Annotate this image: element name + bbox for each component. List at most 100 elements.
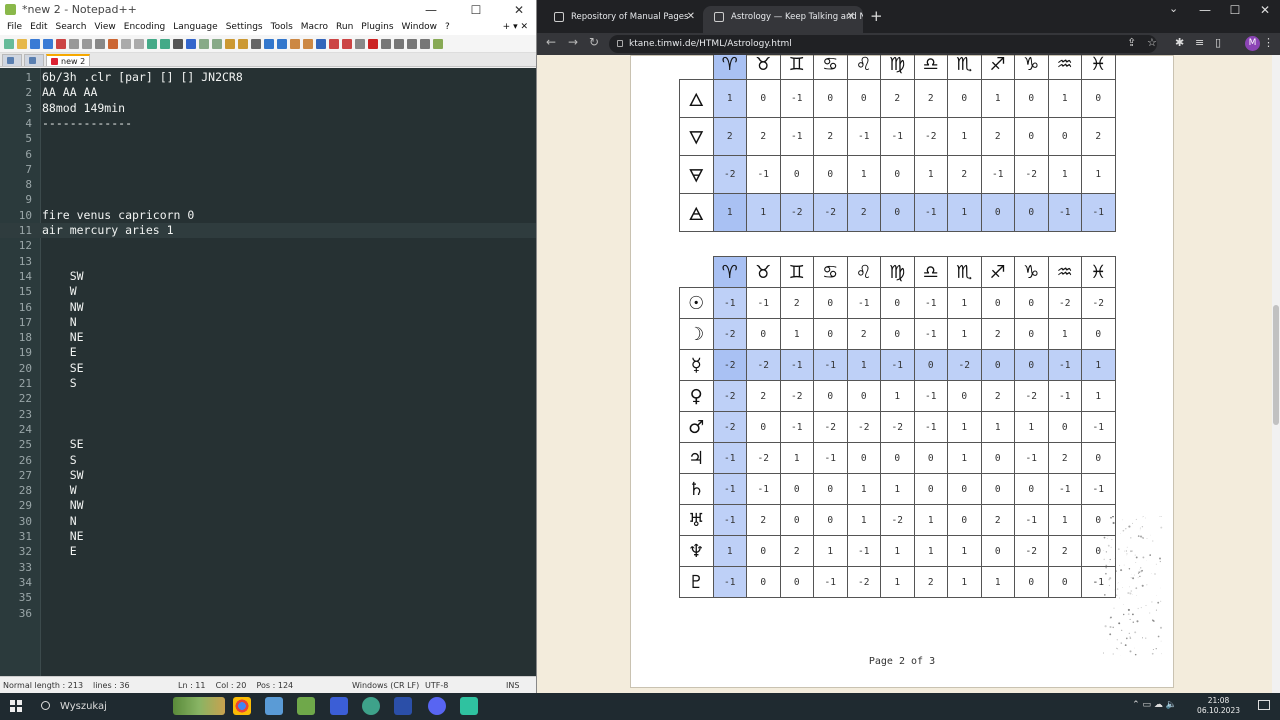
editor-line[interactable]: 3 88mod 149min xyxy=(0,101,536,116)
windows-start-icon[interactable] xyxy=(10,700,22,712)
npp-menu-file[interactable]: File xyxy=(4,20,27,35)
toolbar-tool-icon[interactable] xyxy=(251,38,261,49)
system-tray-icons[interactable]: ⌃ ▭ ☁ 🔈 xyxy=(1132,700,1177,710)
text-editor[interactable]: 1 6b/3h .clr [par] [] [] JN2CR8 2 AA AA AA 3… xyxy=(0,68,536,676)
toolbar-tool-icon[interactable] xyxy=(433,38,443,49)
toolbar-tool-icon[interactable] xyxy=(342,38,352,49)
toolbar-tool-icon[interactable] xyxy=(355,38,365,49)
toolbar-tool-icon[interactable] xyxy=(290,38,300,49)
notification-icon[interactable] xyxy=(1258,700,1270,710)
close-tab-icon[interactable]: ✕ xyxy=(687,6,695,28)
toolbar-tool-icon[interactable] xyxy=(43,38,53,49)
editor-line[interactable]: 11 air mercury aries 1 xyxy=(0,223,536,239)
editor-line[interactable]: 22 xyxy=(0,391,536,406)
npp-menu-tools[interactable]: Tools xyxy=(268,20,298,35)
editor-line[interactable]: 13 xyxy=(0,254,536,269)
tab-repository[interactable]: Repository of Manual Pages ✕ xyxy=(543,6,703,33)
editor-line[interactable]: 7 xyxy=(0,162,536,177)
editor-line[interactable]: 33 xyxy=(0,560,536,575)
npp-menu-macro[interactable]: Macro xyxy=(298,20,333,35)
toolbar-tool-icon[interactable] xyxy=(56,38,66,49)
npp-menu-right-controls[interactable]: + ▾ ✕ xyxy=(500,20,536,35)
editor-line[interactable]: 28 W xyxy=(0,483,536,498)
toolbar-tool-icon[interactable] xyxy=(381,38,391,49)
minimize-icon[interactable]: — xyxy=(416,0,446,20)
editor-line[interactable]: 23 xyxy=(0,407,536,422)
editor-line[interactable]: 29 NW xyxy=(0,498,536,513)
calculator-icon[interactable] xyxy=(330,697,348,715)
close-icon[interactable]: ✕ xyxy=(504,0,534,20)
editor-line[interactable]: 25 SE xyxy=(0,437,536,452)
editor-line[interactable]: 34 xyxy=(0,575,536,590)
game-app-icon[interactable] xyxy=(460,697,478,715)
npp-menu-view[interactable]: View xyxy=(91,20,120,35)
editor-line[interactable]: 30 N xyxy=(0,514,536,529)
notes-app-icon[interactable] xyxy=(265,697,283,715)
editor-line[interactable]: 16 NW xyxy=(0,300,536,315)
editor-line[interactable]: 27 SW xyxy=(0,468,536,483)
discord-icon[interactable] xyxy=(428,697,446,715)
toolbar-tool-icon[interactable] xyxy=(277,38,287,49)
toolbar-tool-icon[interactable] xyxy=(212,38,222,49)
editor-line[interactable]: 18 NE xyxy=(0,330,536,345)
toolbar-tool-icon[interactable] xyxy=(264,38,274,49)
npp-menu-edit[interactable]: Edit xyxy=(27,20,52,35)
toolbar-tool-icon[interactable] xyxy=(186,38,196,49)
maximize-icon[interactable]: ☐ xyxy=(461,0,491,20)
npp-tab-new2[interactable]: new 2 xyxy=(46,54,91,66)
editor-line[interactable]: 12 xyxy=(0,238,536,253)
npp-menu-search[interactable]: Search xyxy=(53,20,92,35)
address-bar[interactable]: ktane.timwi.de/HTML/Astrology.html xyxy=(609,35,1157,53)
tab-search-chevron-icon[interactable]: ⌄ xyxy=(1169,2,1178,15)
forward-icon[interactable]: → xyxy=(568,35,578,49)
new-tab-icon[interactable]: + xyxy=(870,7,883,25)
editor-line[interactable]: 6 xyxy=(0,147,536,162)
close-icon[interactable]: ✕ xyxy=(1250,0,1280,20)
toolbar-tool-icon[interactable] xyxy=(199,38,209,49)
extensions-icon[interactable]: ✱ xyxy=(1175,36,1184,49)
toolbar-tool-icon[interactable] xyxy=(238,38,248,49)
close-tab-icon[interactable]: ✕ xyxy=(847,6,855,28)
npp-menu-plugins[interactable]: Plugins xyxy=(358,20,398,35)
toolbar-tool-icon[interactable] xyxy=(134,38,144,49)
editor-line[interactable]: 32 E xyxy=(0,544,536,559)
editor-line[interactable]: 20 SE xyxy=(0,361,536,376)
minimize-icon[interactable]: — xyxy=(1190,0,1220,20)
toolbar-tool-icon[interactable] xyxy=(329,38,339,49)
toolbar-tool-icon[interactable] xyxy=(225,38,235,49)
editor-line[interactable]: 15 W xyxy=(0,284,536,299)
editor-line[interactable]: 36 xyxy=(0,606,536,621)
toolbar-tool-icon[interactable] xyxy=(407,38,417,49)
editor-line[interactable]: 14 SW xyxy=(0,269,536,284)
editor-line[interactable]: 5 xyxy=(0,131,536,146)
toolbar-tool-icon[interactable] xyxy=(173,38,183,49)
toolbar-tool-icon[interactable] xyxy=(147,38,157,49)
npp-menu-run[interactable]: Run xyxy=(333,20,358,35)
toolbar-tool-icon[interactable] xyxy=(394,38,404,49)
npp-menu-encoding[interactable]: Encoding xyxy=(121,20,170,35)
toolbar-tool-icon[interactable] xyxy=(121,38,131,49)
editor-line[interactable]: 35 xyxy=(0,590,536,605)
menu-kebab-icon[interactable]: ⋮ xyxy=(1263,36,1274,49)
editor-line[interactable]: 9 xyxy=(0,192,536,207)
toolbar-tool-icon[interactable] xyxy=(160,38,170,49)
side-panel-icon[interactable]: ▯ xyxy=(1215,36,1221,49)
editor-line[interactable]: 19 E xyxy=(0,345,536,360)
npp-tab-2[interactable] xyxy=(24,54,44,66)
toolbar-tool-icon[interactable] xyxy=(69,38,79,49)
taskbar-clock[interactable]: 21:08 06.10.2023 xyxy=(1197,696,1240,716)
back-icon[interactable]: ← xyxy=(546,35,556,49)
scrollbar-thumb[interactable] xyxy=(1273,305,1279,425)
editor-line[interactable]: 26 S xyxy=(0,453,536,468)
editor-line[interactable]: 24 xyxy=(0,422,536,437)
editor-line[interactable]: 31 NE xyxy=(0,529,536,544)
editor-line[interactable]: 17 N xyxy=(0,315,536,330)
npp-tab-1[interactable] xyxy=(2,54,22,66)
profile-avatar[interactable]: M xyxy=(1245,36,1260,51)
toolbar-tool-icon[interactable] xyxy=(82,38,92,49)
editor-line[interactable]: 1 6b/3h .clr [par] [] [] JN2CR8 xyxy=(0,70,536,85)
editor-app-icon[interactable] xyxy=(394,697,412,715)
toolbar-tool-icon[interactable] xyxy=(95,38,105,49)
app-icon[interactable] xyxy=(362,697,380,715)
toolbar-tool-icon[interactable] xyxy=(30,38,40,49)
